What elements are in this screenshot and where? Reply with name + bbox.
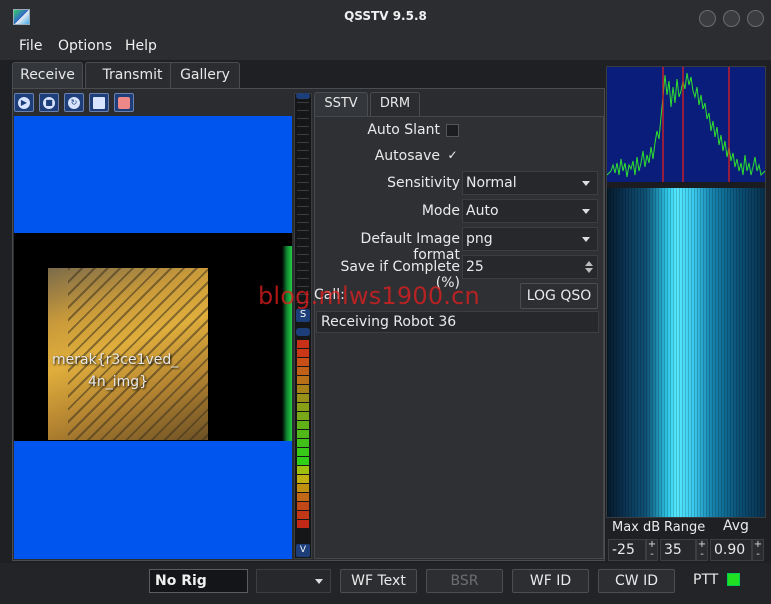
save-complete-value: 25 xyxy=(466,259,484,275)
menu-options[interactable]: Options xyxy=(58,38,112,54)
squelch-slider[interactable]: S xyxy=(296,309,310,322)
image-blue-band-bottom xyxy=(14,441,292,559)
avg-label: Avg xyxy=(723,518,749,534)
erase-button[interactable] xyxy=(114,93,134,112)
rig-status: No Rig xyxy=(149,569,248,593)
max-db-label: Max dB xyxy=(612,520,661,535)
vu-levels xyxy=(297,340,309,542)
range-label: Range xyxy=(664,520,706,535)
chevron-down-icon xyxy=(582,209,590,214)
mode-select[interactable]: Auto xyxy=(462,199,598,223)
image-text-line1: merak{r3ce1ved_ xyxy=(52,352,179,368)
menu-bar: File Options Help xyxy=(0,34,771,60)
received-image: merak{r3ce1ved_ 4n_img} xyxy=(14,116,292,559)
vu-top-handle[interactable] xyxy=(296,93,310,99)
wf-id-button[interactable]: WF ID xyxy=(512,569,589,593)
cw-id-button[interactable]: CW ID xyxy=(598,569,675,593)
range-stepper[interactable]: + - xyxy=(696,539,708,561)
spin-down-icon[interactable] xyxy=(585,268,593,273)
avg-stepper[interactable]: + - xyxy=(752,539,764,561)
refresh-icon: ↻ xyxy=(68,97,80,109)
vu-mid-handle[interactable] xyxy=(296,328,310,336)
image-format-value: png xyxy=(466,231,493,247)
spectrum-plot xyxy=(607,67,765,182)
autosave-checkbox[interactable]: ✓ xyxy=(446,149,459,163)
mode-value: Auto xyxy=(466,203,499,219)
chevron-down-icon xyxy=(315,579,323,584)
vu-bottom-handle[interactable]: V xyxy=(296,544,310,557)
sensitivity-label: Sensitivity xyxy=(387,175,460,191)
watermark-text: blog.mlws1900.cn xyxy=(258,282,480,310)
sensitivity-select[interactable]: Normal xyxy=(462,171,598,195)
minus-icon[interactable]: - xyxy=(753,550,763,560)
erase-icon xyxy=(118,97,130,109)
title-bar: QSSTV 9.5.8 xyxy=(0,0,771,34)
tab-drm[interactable]: DRM xyxy=(370,92,420,116)
max-db-input[interactable]: -25 xyxy=(608,539,646,561)
sensitivity-value: Normal xyxy=(466,175,517,191)
minimize-button[interactable] xyxy=(699,10,716,27)
mode-label: Mode xyxy=(421,203,460,219)
vu-scale xyxy=(297,102,309,307)
play-button[interactable]: ▶ xyxy=(14,93,34,112)
close-button[interactable] xyxy=(747,10,764,27)
spin-up-icon[interactable] xyxy=(585,261,593,266)
ptt-indicator[interactable] xyxy=(727,573,740,586)
tab-transmit[interactable]: Transmit xyxy=(85,62,180,88)
chevron-down-icon xyxy=(582,181,590,186)
bsr-button[interactable]: BSR xyxy=(426,569,503,593)
menu-file[interactable]: File xyxy=(19,38,42,54)
spectrum-trace xyxy=(607,67,765,182)
refresh-button[interactable]: ↻ xyxy=(64,93,84,112)
autosave-label: Autosave xyxy=(374,148,440,164)
tab-sstv[interactable]: SSTV xyxy=(314,92,368,116)
image-edge-noise xyxy=(282,246,292,441)
menu-help[interactable]: Help xyxy=(125,38,157,54)
save-complete-spinbox[interactable]: 25 xyxy=(462,255,598,279)
mode-dropdown[interactable] xyxy=(256,569,331,593)
image-text-line2: 4n_img} xyxy=(88,374,149,390)
ptt-label: PTT xyxy=(693,572,719,588)
stop-button[interactable]: ■ xyxy=(39,93,59,112)
save-icon xyxy=(93,97,105,109)
wf-text-button[interactable]: WF Text xyxy=(340,569,417,593)
tab-receive[interactable]: Receive xyxy=(12,62,83,88)
chevron-down-icon xyxy=(582,237,590,242)
max-db-stepper[interactable]: + - xyxy=(646,539,658,561)
range-input[interactable]: 35 xyxy=(660,539,696,561)
avg-input[interactable]: 0.90 xyxy=(710,539,752,561)
auto-slant-checkbox[interactable] xyxy=(446,124,459,137)
play-icon: ▶ xyxy=(18,97,30,109)
status-field: Receiving Robot 36 xyxy=(316,311,599,333)
log-qso-button[interactable]: LOG QSO xyxy=(520,283,598,309)
tab-gallery[interactable]: Gallery xyxy=(170,62,240,88)
auto-slant-label: Auto Slant xyxy=(367,122,440,138)
waterfall-texture xyxy=(607,188,765,517)
minus-icon[interactable]: - xyxy=(647,550,657,560)
image-blue-band-top xyxy=(14,116,292,233)
waterfall-display xyxy=(606,66,766,518)
window-title: QSSTV 9.5.8 xyxy=(344,9,427,23)
maximize-button[interactable] xyxy=(723,10,740,27)
stop-icon: ■ xyxy=(43,97,55,109)
minus-icon[interactable]: - xyxy=(697,550,707,560)
image-format-select[interactable]: png xyxy=(462,227,598,251)
save-button[interactable] xyxy=(89,93,109,112)
